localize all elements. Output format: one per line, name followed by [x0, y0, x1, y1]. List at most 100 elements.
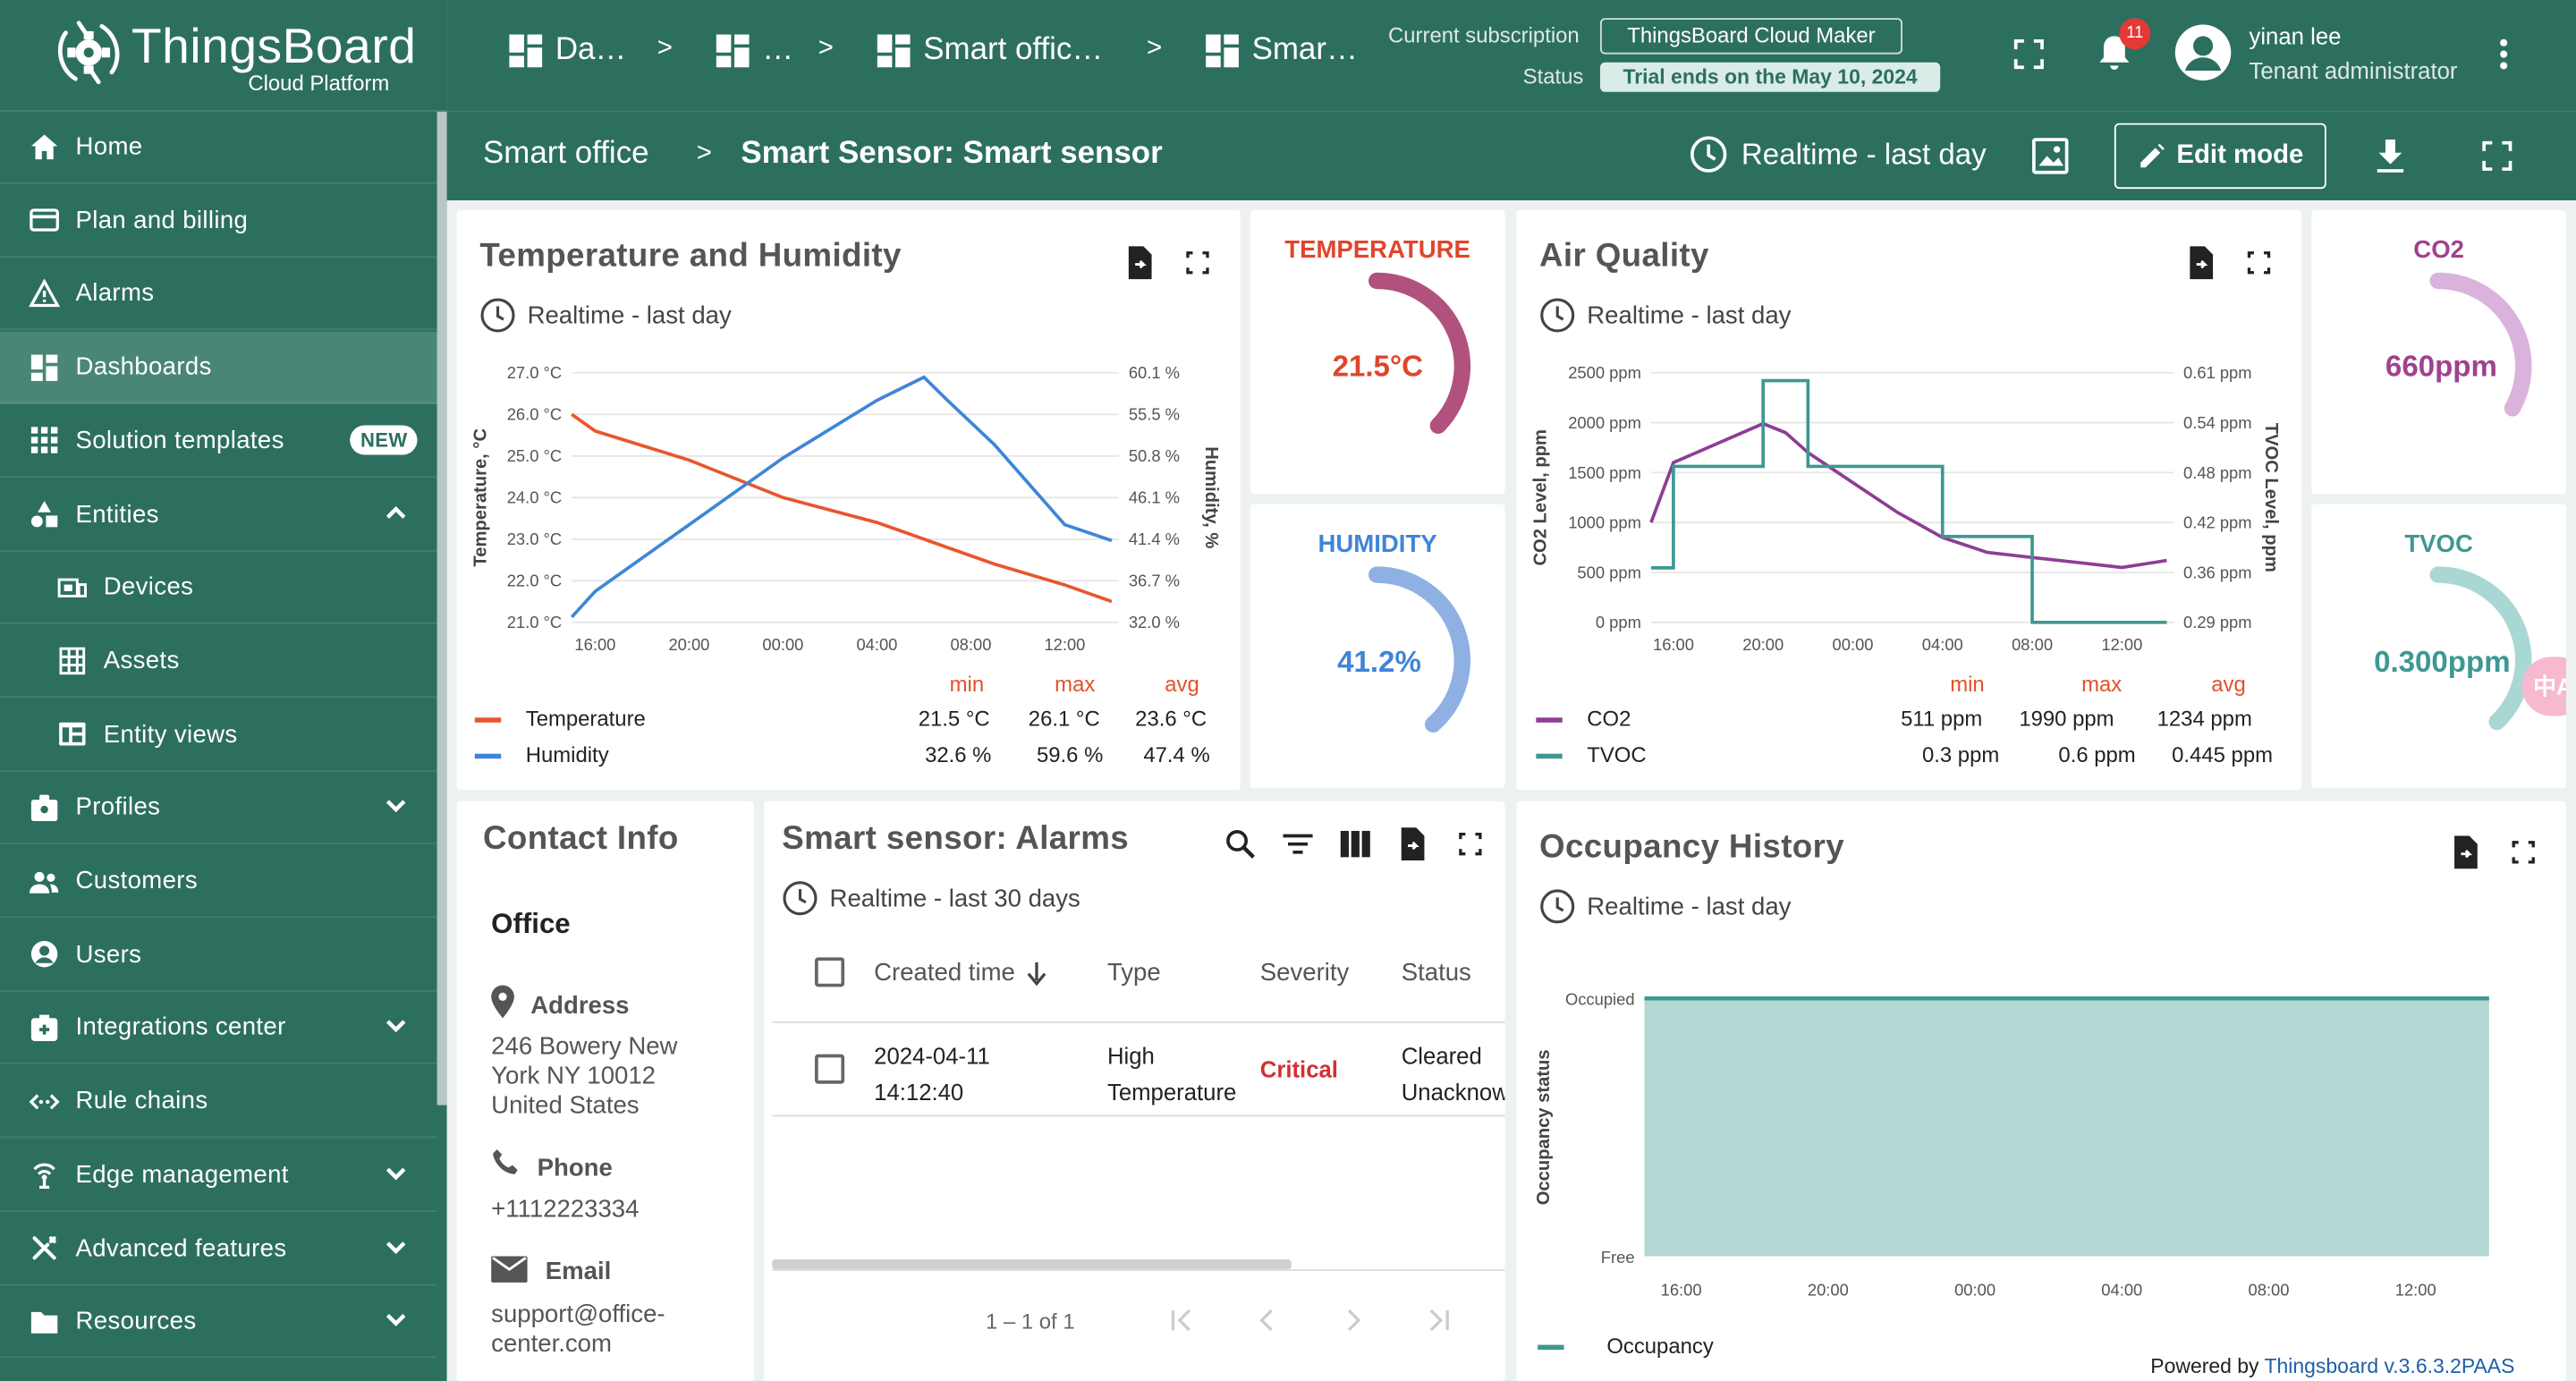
legend-swatch-humidity: [474, 753, 502, 759]
columns-icon[interactable]: [1340, 830, 1370, 858]
edge-icon: [30, 1160, 59, 1190]
occupancy-history-widget: Occupancy History Realtime - last day Oc…: [1516, 801, 2566, 1381]
fullscreen-icon[interactable]: [2013, 39, 2044, 70]
sidebar-item-solution-templates[interactable]: Solution templates NEW: [0, 405, 437, 478]
sidebar-item-entity-views[interactable]: Entity views: [0, 699, 437, 772]
legend-min: 511 ppm: [1901, 706, 1983, 731]
column-header-severity[interactable]: Severity: [1260, 959, 1350, 987]
export-file-icon[interactable]: [2451, 835, 2480, 869]
breadcrumb-item[interactable]: …: [716, 33, 793, 69]
subscription-plan-badge[interactable]: ThingsBoard Cloud Maker: [1599, 18, 1902, 55]
legend-header-min: min: [949, 671, 985, 697]
fullscreen-icon[interactable]: [1186, 251, 1209, 275]
chevron-up-icon[interactable]: [385, 500, 408, 523]
next-page-icon[interactable]: [1345, 1309, 1361, 1332]
x-tick-label: 12:00: [1044, 635, 1085, 654]
search-icon[interactable]: [1225, 829, 1255, 859]
legend-name[interactable]: TVOC: [1587, 742, 1646, 767]
image-export-icon[interactable]: [2030, 136, 2070, 175]
sidebar-item-home[interactable]: Home: [0, 112, 437, 184]
chevron-down-icon[interactable]: [385, 1234, 408, 1258]
legend-name[interactable]: CO2: [1587, 706, 1631, 731]
widget-title: Occupancy History: [1539, 829, 1845, 866]
email-line[interactable]: support@office-: [491, 1301, 665, 1330]
filter-icon[interactable]: [1283, 833, 1313, 856]
export-file-icon[interactable]: [1125, 246, 1155, 280]
brand-logo[interactable]: ThingsBoard Cloud Platform: [0, 0, 447, 112]
export-file-icon[interactable]: [1398, 827, 1428, 861]
legend-name[interactable]: Occupancy: [1606, 1334, 1713, 1359]
export-file-icon[interactable]: [2187, 246, 2216, 280]
sidebar-item-plan-and-billing[interactable]: Plan and billing: [0, 185, 437, 258]
state-separator: >: [696, 140, 712, 168]
email-line[interactable]: center.com: [491, 1330, 612, 1360]
alarms-widget: Smart sensor: Alarms Realtime - last 30 …: [764, 801, 1505, 1381]
sidebar-item-advanced-features[interactable]: Advanced features: [0, 1213, 437, 1285]
fullscreen-icon[interactable]: [2482, 140, 2512, 171]
chevron-down-icon[interactable]: [385, 793, 408, 817]
breadcrumb-item[interactable]: Da…: [509, 33, 626, 69]
legend-avg: 23.6 °C: [1135, 706, 1208, 731]
thingsboard-logo-icon: [57, 21, 120, 85]
sidebar-item-label: Entity views: [103, 720, 238, 749]
fullscreen-icon[interactable]: [2512, 841, 2535, 864]
x-tick-label: 20:00: [1808, 1281, 1849, 1300]
horizontal-scrollbar[interactable]: [772, 1259, 1292, 1270]
table-row[interactable]: 2024-04-11 14:12:40 High Temperature Cri…: [764, 1023, 1504, 1115]
sidebar-item-profiles[interactable]: Profiles: [0, 772, 437, 845]
trial-status-badge: Trial ends on the May 10, 2024: [1599, 62, 1941, 92]
legend-name[interactable]: Humidity: [526, 742, 609, 767]
chevron-down-icon[interactable]: [385, 1013, 408, 1037]
sidebar-item-dashboards[interactable]: Dashboards: [0, 332, 437, 404]
column-header-created-time[interactable]: Created time: [874, 959, 1046, 987]
sidebar-item-alarms[interactable]: Alarms: [0, 258, 437, 331]
edit-mode-button[interactable]: Edit mode: [2114, 123, 2326, 190]
sidebar-item-users[interactable]: Users: [0, 919, 437, 992]
version-link[interactable]: Thingsboard v.3.6.3.2PAAS: [2265, 1355, 2515, 1378]
air-quality-widget: Air Quality Realtime - last day 2500 ppm…: [1516, 209, 2302, 791]
chevron-down-icon[interactable]: [385, 1308, 408, 1331]
breadcrumb-label: Da…: [555, 32, 627, 68]
powered-by: Powered by Thingsboard v.3.6.3.2PAAS: [2150, 1355, 2514, 1378]
dashboard-toolbar: Smart office > Smart Sensor: Smart senso…: [446, 111, 2576, 200]
previous-page-icon[interactable]: [1258, 1309, 1275, 1332]
breadcrumb-item[interactable]: Smart offic…: [877, 33, 1103, 69]
download-icon[interactable]: [2374, 138, 2407, 174]
column-header-status[interactable]: Status: [1402, 959, 1471, 987]
sidebar-item-entities[interactable]: Entities: [0, 479, 437, 551]
sidebar-item-customers[interactable]: Customers: [0, 845, 437, 919]
sidebar-item-devices[interactable]: Devices: [0, 552, 437, 624]
arrow-down-icon: [1027, 961, 1046, 986]
chevron-down-icon[interactable]: [385, 1161, 408, 1184]
sidebar-item-integrations-center[interactable]: Integrations center: [0, 993, 437, 1065]
dashboard-parent-link[interactable]: Smart office: [483, 136, 649, 172]
breadcrumb-item[interactable]: Smar…: [1206, 33, 1358, 69]
row-type: High Temperature: [1107, 1038, 1236, 1110]
sidebar-item-label: Solution templates: [75, 426, 284, 455]
x-tick-label: 00:00: [762, 635, 803, 654]
gauge-value: 21.5°C: [1332, 350, 1424, 383]
fullscreen-icon[interactable]: [1459, 832, 1482, 856]
sidebar-item-resources[interactable]: Resources: [0, 1286, 437, 1359]
timewindow-button[interactable]: Realtime - last day: [1689, 135, 1987, 174]
select-all-checkbox[interactable]: [815, 957, 845, 987]
avatar[interactable]: [2174, 24, 2232, 80]
column-header-type[interactable]: Type: [1107, 959, 1161, 987]
y-tick-label: 27.0 °C: [507, 363, 562, 382]
sidebar-scrollbar[interactable]: [436, 111, 447, 1106]
sidebar-item-assets[interactable]: Assets: [0, 625, 437, 699]
last-page-icon[interactable]: [1428, 1309, 1451, 1332]
dashboard-icon: [877, 34, 911, 68]
status-label: Status: [1522, 64, 1584, 89]
sidebar-item-rule-chains[interactable]: Rule chains: [0, 1066, 437, 1139]
more-vert-icon[interactable]: [2497, 36, 2511, 72]
sidebar-item-edge-management[interactable]: Edge management: [0, 1140, 437, 1212]
legend-swatch-occupancy: [1538, 1344, 1564, 1351]
row-checkbox[interactable]: [815, 1054, 845, 1084]
address-line: United States: [491, 1091, 640, 1121]
pagination-range: 1 – 1 of 1: [986, 1309, 1075, 1334]
phone-number[interactable]: +1112223334: [491, 1196, 639, 1225]
first-page-icon[interactable]: [1170, 1309, 1193, 1332]
legend-name[interactable]: Temperature: [526, 706, 646, 731]
fullscreen-icon[interactable]: [2247, 251, 2271, 275]
